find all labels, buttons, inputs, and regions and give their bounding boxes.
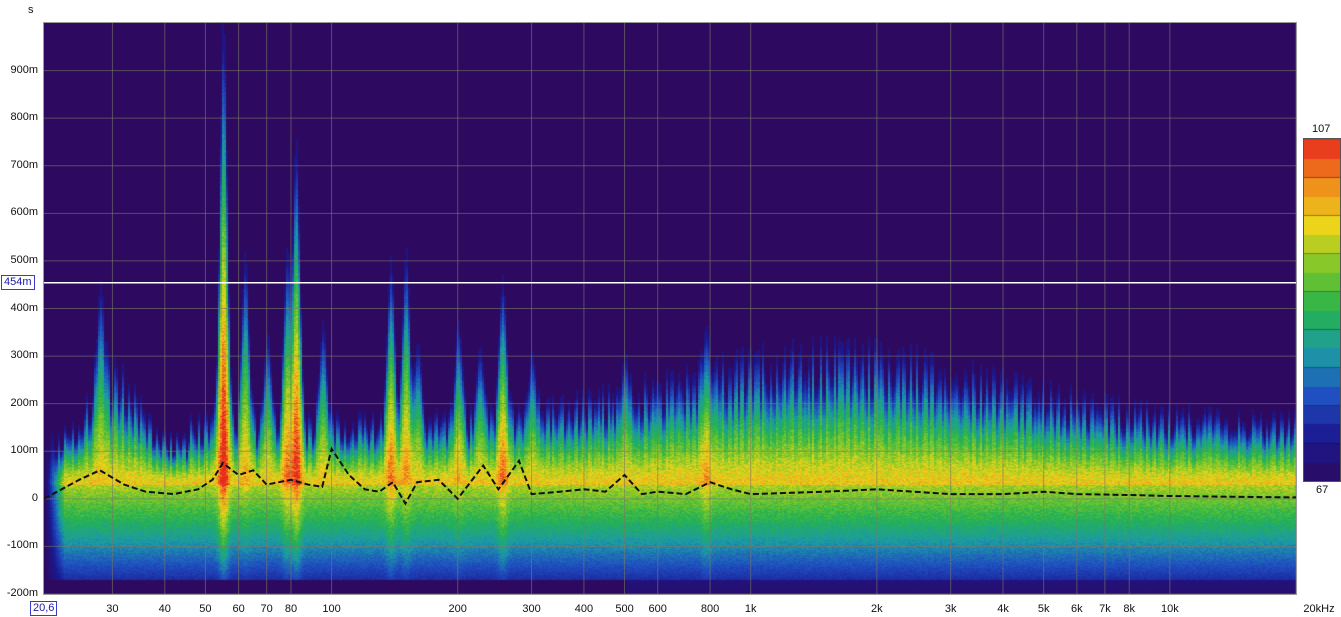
colorbar-max-label: 107: [1312, 123, 1331, 135]
x-tick-label: 200: [448, 603, 467, 615]
y-tick-label: 200m: [10, 396, 38, 409]
chart-window: s 900m 800m 700m 600m 500m 400m 300m 200m 100m 0 -…: [0, 0, 1341, 617]
x-tick-label: 100: [322, 603, 341, 615]
x-tick-label: 80: [284, 603, 298, 615]
x-tick-label: 8k: [1123, 603, 1136, 615]
x-tick-label: 600: [648, 603, 667, 615]
y-tick-label: 700m: [10, 158, 38, 171]
x-tick-label: 800: [700, 603, 720, 615]
y-tick-label: 100m: [10, 444, 38, 457]
plot-overlay: [44, 23, 1296, 594]
y-tick-label: 900m: [10, 63, 38, 76]
y-tick-label: 0: [31, 491, 38, 504]
x-tick-label: 2k: [871, 603, 883, 615]
y-axis-unit: s: [28, 4, 34, 16]
x-tick-label: 3k: [944, 603, 957, 615]
y-tick-label: -200m: [6, 587, 38, 599]
x-tick-label: 4k: [997, 603, 1009, 615]
colorbar-min-label: 67: [1316, 484, 1329, 496]
colorbar: [1303, 138, 1341, 482]
y-tick-label: 800m: [10, 111, 38, 124]
x-tick-label: 1k: [744, 603, 757, 615]
x-tick-label: 10k: [1160, 603, 1179, 615]
y-tick-label: 400m: [10, 301, 38, 314]
x-tick-label: 40: [158, 603, 171, 615]
peak-time-curve: [44, 446, 1296, 506]
y-tick-label: 600m: [10, 206, 38, 219]
x-tick-label: 400: [574, 603, 594, 615]
x-tick-label: 300: [522, 603, 541, 615]
y-tick-label: -100m: [6, 539, 38, 552]
spectrogram-plot[interactable]: [43, 22, 1297, 595]
colorbar-gradient: [1304, 139, 1340, 481]
x-tick-label: 30: [106, 603, 119, 615]
x-tick-label: 20kHz: [1303, 603, 1335, 615]
y-tick-label: 500m: [10, 253, 38, 266]
time-cursor-readout[interactable]: 454m: [1, 274, 35, 290]
y-tick-label: 300m: [10, 349, 38, 362]
frequency-start-readout[interactable]: 20,6: [30, 601, 58, 616]
